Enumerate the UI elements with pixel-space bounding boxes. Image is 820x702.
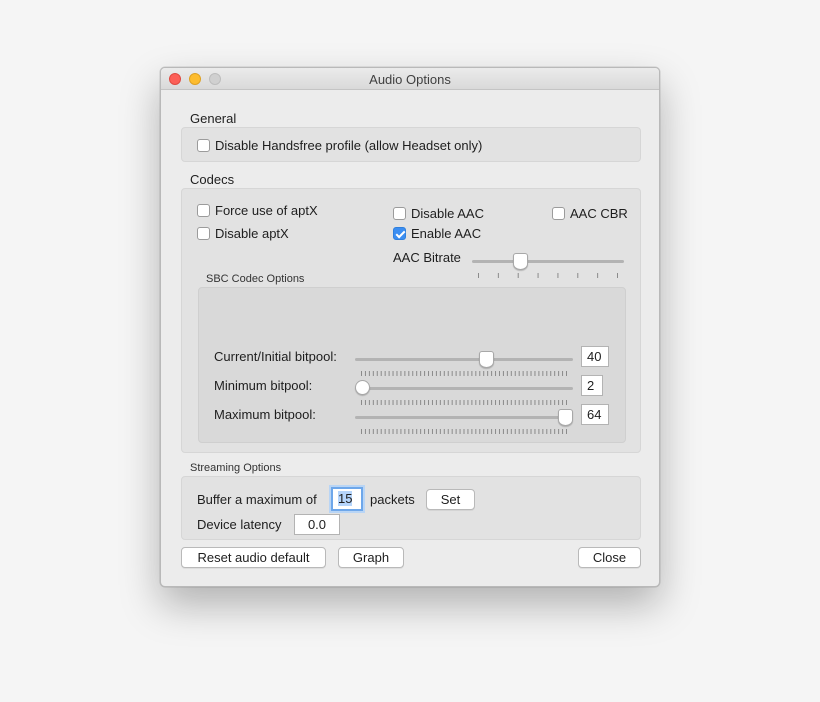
title-bar: Audio Options <box>161 68 659 90</box>
slider-track <box>355 387 573 390</box>
reset-audio-default-button[interactable]: Reset audio default <box>181 547 326 568</box>
slider-ticks <box>478 273 618 278</box>
maximum-bitpool-slider[interactable] <box>355 409 573 435</box>
slider-knob[interactable] <box>558 409 573 426</box>
graph-button[interactable]: Graph <box>338 547 404 568</box>
checkbox-label: Force use of aptX <box>215 203 318 218</box>
minimum-bitpool-slider[interactable] <box>355 380 573 406</box>
slider-track <box>472 260 624 263</box>
disable-aac-checkbox[interactable]: Disable AAC <box>393 206 484 221</box>
device-latency-field[interactable]: 0.0 <box>294 514 340 535</box>
buffer-suffix-label: packets <box>370 492 415 507</box>
window-title: Audio Options <box>369 72 451 87</box>
slider-knob[interactable] <box>513 253 529 270</box>
slider-track <box>355 358 573 361</box>
current-bitpool-label: Current/Initial bitpool: <box>214 349 337 364</box>
checkbox-box[interactable] <box>197 204 210 217</box>
checkbox-box[interactable] <box>393 207 406 220</box>
close-button[interactable]: Close <box>578 547 641 568</box>
slider-knob[interactable] <box>355 380 370 395</box>
slider-knob[interactable] <box>478 351 494 368</box>
buffer-prefix-label: Buffer a maximum of <box>197 492 317 507</box>
general-section-label: General <box>190 111 237 126</box>
checkbox-label: Disable aptX <box>215 226 289 241</box>
streaming-box: Buffer a maximum of 15 packets Set Devic… <box>181 476 641 540</box>
minimum-bitpool-label: Minimum bitpool: <box>214 378 313 393</box>
checkbox-label: Enable AAC <box>411 226 482 241</box>
buffer-packets-value: 15 <box>338 491 353 506</box>
enable-aac-checkbox[interactable]: Enable AAC <box>393 226 481 241</box>
slider-ticks <box>361 429 567 434</box>
device-latency-label: Device latency <box>197 517 282 532</box>
slider-ticks <box>361 371 567 376</box>
checkbox-box[interactable] <box>197 227 210 240</box>
current-bitpool-slider[interactable] <box>355 351 573 377</box>
current-bitpool-field[interactable]: 40 <box>581 346 609 367</box>
disable-aptx-checkbox[interactable]: Disable aptX <box>197 226 289 241</box>
maximum-bitpool-label: Maximum bitpool: <box>214 407 316 422</box>
disable-handsfree-checkbox[interactable]: Disable Handsfree profile (allow Headset… <box>197 138 482 153</box>
checkbox-label: Disable AAC <box>411 206 484 221</box>
checkbox-box-checked[interactable] <box>393 227 406 240</box>
slider-track <box>355 416 573 419</box>
checkbox-label: Disable Handsfree profile (allow Headset… <box>215 138 483 153</box>
buffer-packets-field[interactable]: 15 <box>331 487 363 511</box>
codecs-box: Force use of aptX Disable aptX Disable A… <box>181 188 641 453</box>
sbc-box: Current/Initial bitpool: 40 Minimum bitp… <box>198 287 626 443</box>
set-button[interactable]: Set <box>426 489 475 510</box>
aac-cbr-checkbox[interactable]: AAC CBR <box>552 206 628 221</box>
audio-options-window: Audio Options General Disable Handsfree … <box>160 67 660 587</box>
checkbox-label: AAC CBR <box>570 206 628 221</box>
codecs-section-label: Codecs <box>190 172 235 187</box>
force-aptx-checkbox[interactable]: Force use of aptX <box>197 203 318 218</box>
aac-bitrate-slider[interactable] <box>472 253 624 279</box>
checkbox-box[interactable] <box>552 207 565 220</box>
maximum-bitpool-field[interactable]: 64 <box>581 404 609 425</box>
aac-bitrate-label: AAC Bitrate <box>393 250 461 265</box>
slider-ticks <box>361 400 567 405</box>
minimum-bitpool-field[interactable]: 2 <box>581 375 603 396</box>
general-box: Disable Handsfree profile (allow Headset… <box>181 127 641 162</box>
checkbox-box[interactable] <box>197 139 210 152</box>
streaming-section-label: Streaming Options <box>190 462 282 474</box>
sbc-section-label: SBC Codec Options <box>206 273 305 285</box>
